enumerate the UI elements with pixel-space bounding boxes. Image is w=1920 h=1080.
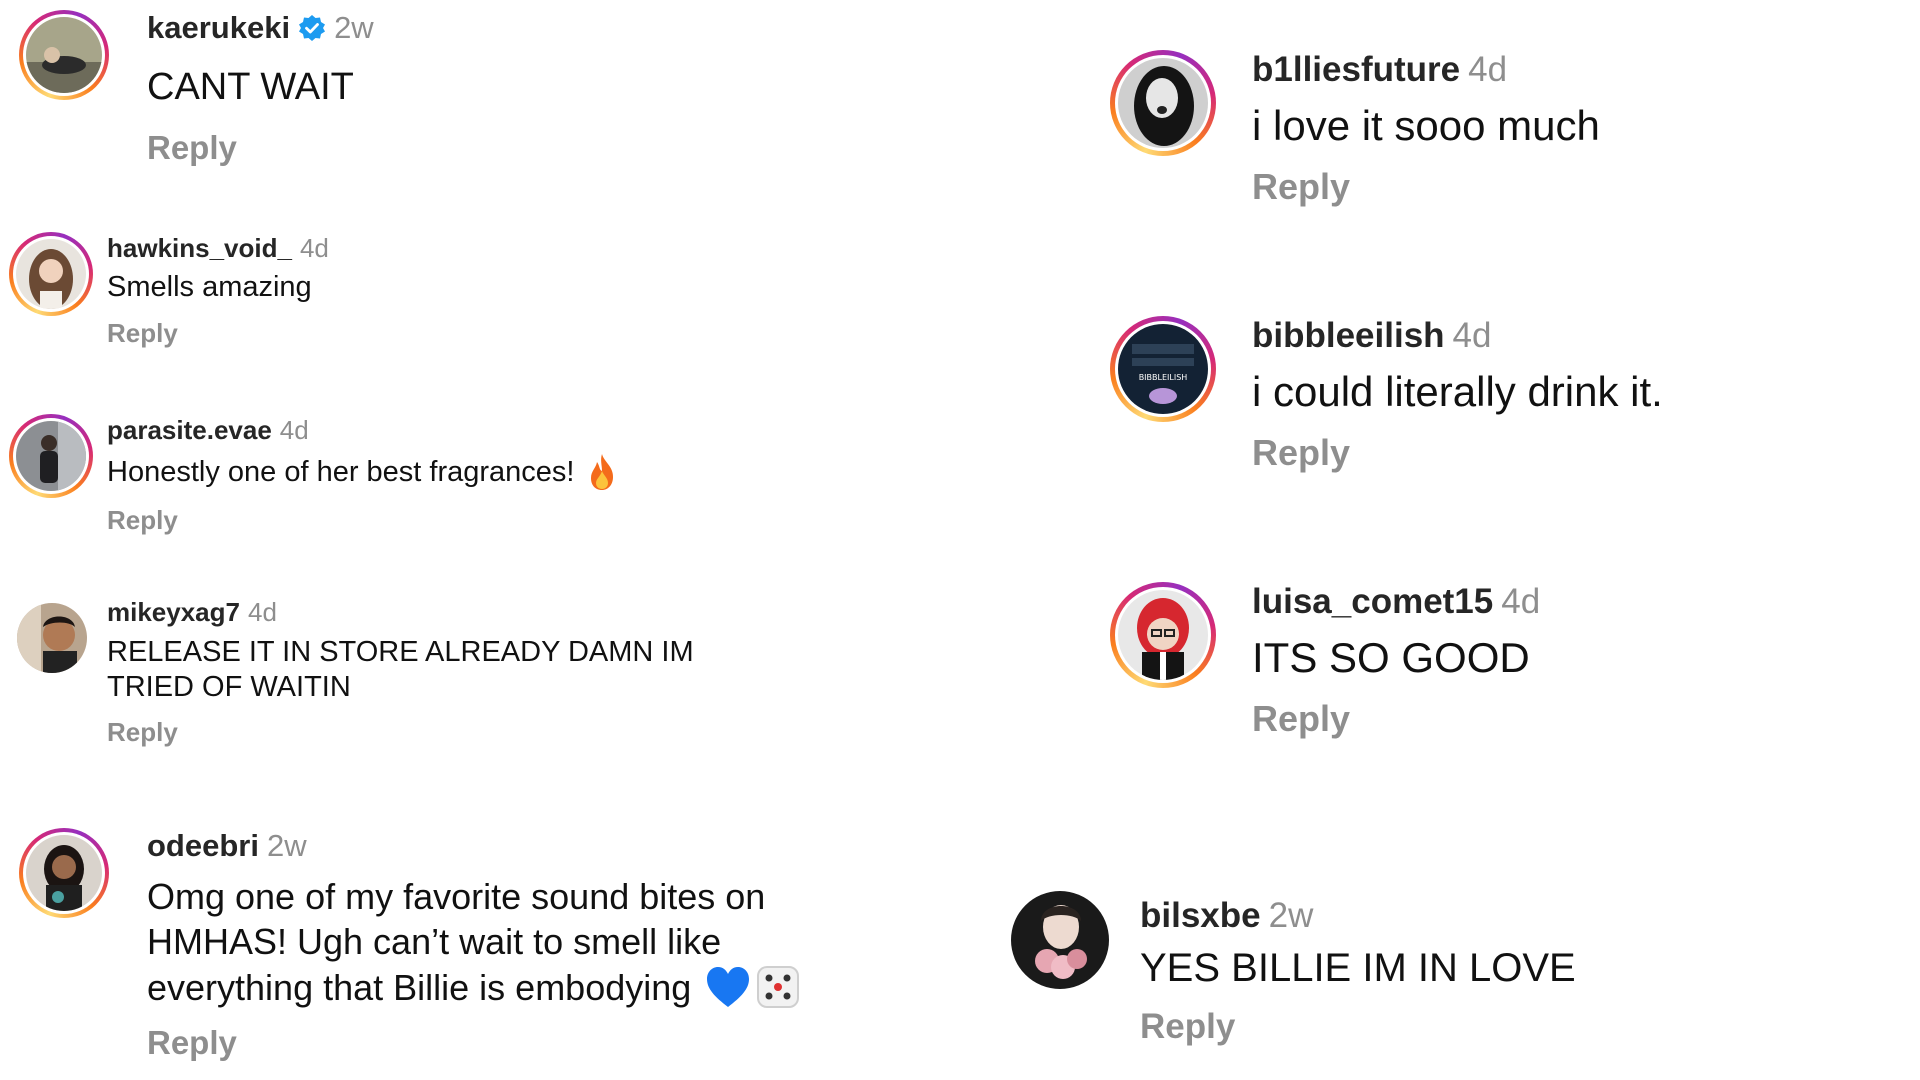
timestamp: 4d — [247, 596, 277, 627]
timestamp: 4d — [299, 232, 329, 263]
comment-text: RELEASE IT IN STORE ALREADY DAMN IM TRIE… — [107, 635, 694, 705]
standing-person-avatar — [16, 421, 86, 491]
avatar[interactable] — [9, 232, 93, 316]
long-hair-woman-avatar — [16, 239, 86, 309]
comment-text: i could literally drink it. — [1252, 368, 1663, 415]
reply-button[interactable]: Reply — [107, 717, 694, 748]
avatar[interactable] — [12, 598, 92, 678]
reply-button[interactable]: Reply — [107, 505, 618, 536]
comment-b1lliesfuture: b1lliesfuture 4d i love it sooo much Rep… — [1100, 40, 1900, 240]
timestamp: 4d — [1452, 316, 1492, 355]
reply-button[interactable]: Reply — [107, 318, 329, 349]
verified-badge-icon — [298, 14, 326, 42]
comment-bibbleeilish: BIBBLEILISH bibbleeilish 4d i could lite… — [1100, 306, 1900, 506]
comment-text-line: Omg one of my favorite sound bites on — [147, 876, 766, 917]
avatar[interactable] — [19, 10, 109, 100]
comment-luisa-comet15: luisa_comet15 4d ITS SO GOOD Reply — [1100, 572, 1900, 772]
avatar[interactable]: BIBBLEILISH — [1110, 316, 1216, 422]
timestamp: 2w — [1268, 896, 1314, 935]
avatar[interactable] — [1110, 50, 1216, 156]
reply-button[interactable]: Reply — [1140, 1007, 1576, 1047]
woman-portrait-avatar — [26, 835, 102, 911]
comment-mikeyxag7: mikeyxag7 4d RELEASE IT IN STORE ALREADY… — [0, 584, 900, 754]
comment-text: i love it sooo much — [1252, 102, 1600, 149]
comment-odeebri: odeebri 2w Omg one of my favorite sound … — [0, 818, 960, 1080]
username[interactable]: bibbleeilish — [1252, 316, 1445, 356]
dice-emoji-icon — [755, 964, 801, 1010]
reply-button[interactable]: Reply — [147, 129, 374, 167]
bw-portrait-avatar — [1118, 58, 1208, 148]
reply-button[interactable]: Reply — [147, 1024, 801, 1062]
young-man-avatar — [17, 603, 87, 673]
comment-text: CANT WAIT — [147, 66, 354, 108]
blue-heart-emoji-icon — [705, 965, 751, 1009]
comment-text-line: TRIED OF WAITIN — [107, 671, 351, 703]
comment-text: Omg one of my favorite sound bites on HM… — [147, 874, 801, 1010]
username[interactable]: mikeyxag7 — [107, 597, 240, 628]
avatar-logo-text: BIBBLEILISH — [1139, 373, 1188, 382]
comment-text-line: RELEASE IT IN STORE ALREADY DAMN IM — [107, 636, 694, 668]
username[interactable]: hawkins_void_ — [107, 233, 292, 264]
username[interactable]: odeebri — [147, 828, 259, 864]
comment-text-body: Honestly one of her best fragrances! — [107, 455, 575, 488]
username[interactable]: b1lliesfuture — [1252, 50, 1460, 90]
comment-text: Honestly one of her best fragrances! — [107, 453, 618, 491]
reply-button[interactable]: Reply — [1252, 166, 1600, 208]
comment-bilsxbe: bilsxbe 2w YES BILLIE IM IN LOVE Reply — [1000, 880, 1900, 1070]
comment-kaerukeki: kaerukeki 2w CANT WAIT Reply — [0, 0, 900, 170]
comment-hawkins-void: hawkins_void_ 4d Smells amazing Reply — [0, 220, 900, 360]
comment-text-line: HMHAS! Ugh can’t wait to smell like — [147, 921, 722, 962]
red-hair-avatar — [1118, 590, 1208, 680]
username[interactable]: kaerukeki — [147, 10, 290, 46]
comment-text: YES BILLIE IM IN LOVE — [1140, 946, 1576, 990]
sleeping-person-avatar — [26, 17, 102, 93]
comment-parasite-evae: parasite.evae 4d Honestly one of her bes… — [0, 402, 900, 542]
avatar[interactable] — [1110, 582, 1216, 688]
fire-emoji-icon — [586, 453, 618, 491]
timestamp: 2w — [266, 828, 307, 863]
username[interactable]: parasite.evae — [107, 415, 272, 446]
timestamp: 4d — [279, 414, 309, 445]
username[interactable]: luisa_comet15 — [1252, 582, 1493, 622]
reply-button[interactable]: Reply — [1252, 698, 1540, 740]
comment-text: ITS SO GOOD — [1252, 634, 1530, 681]
bibbleeilish-logo-avatar: BIBBLEILISH — [1118, 324, 1208, 414]
username[interactable]: bilsxbe — [1140, 896, 1261, 936]
timestamp: 4d — [1501, 582, 1541, 621]
avatar[interactable] — [9, 414, 93, 498]
flowers-portrait-avatar — [1011, 891, 1109, 989]
avatar[interactable] — [19, 828, 109, 918]
avatar[interactable] — [1010, 890, 1110, 990]
timestamp: 2w — [334, 10, 374, 45]
comment-text: Smells amazing — [107, 271, 312, 303]
timestamp: 4d — [1468, 50, 1508, 89]
reply-button[interactable]: Reply — [1252, 432, 1663, 474]
comment-text-line: everything that Billie is embodying — [147, 966, 692, 1008]
